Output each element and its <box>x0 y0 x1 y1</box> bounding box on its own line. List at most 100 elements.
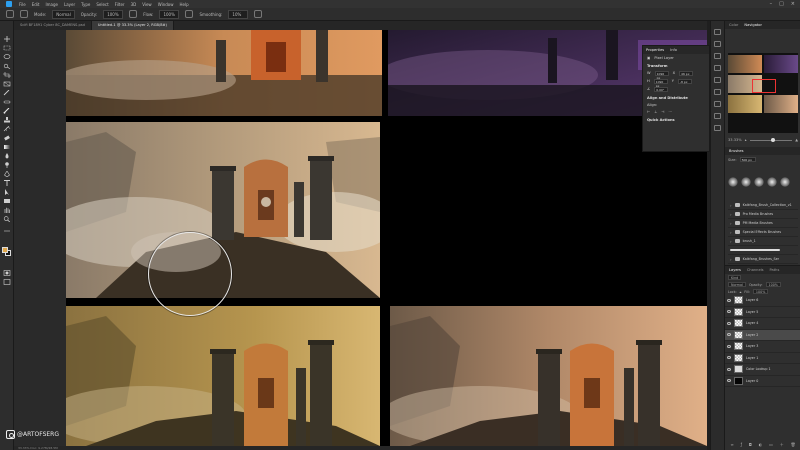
glyphs-panel-icon[interactable] <box>714 101 721 107</box>
document-tab-scifi[interactable]: Scifi BF1891 Cyber 8C_DAMENS.psd <box>14 21 92 30</box>
brush-size-field[interactable]: 500 px <box>739 157 756 162</box>
close-icon[interactable]: × <box>790 1 796 7</box>
layer-row[interactable]: Layer 3 <box>725 341 800 353</box>
visibility-eye-icon[interactable] <box>727 298 731 302</box>
eraser-tool-icon[interactable] <box>3 126 11 141</box>
brush-preset-2[interactable] <box>741 177 751 187</box>
brush-settings-icon[interactable] <box>20 10 28 18</box>
crop-tool-icon[interactable] <box>3 63 11 78</box>
marquee-tool-icon[interactable] <box>3 36 11 51</box>
menu-type[interactable]: Type <box>80 2 91 7</box>
menu-window[interactable]: Window <box>157 2 175 7</box>
brush-preset-1[interactable] <box>728 177 738 187</box>
brush-stroke-preview[interactable] <box>728 246 798 255</box>
align-center-icon[interactable]: ⊥ <box>654 110 657 114</box>
visibility-eye-icon[interactable] <box>727 321 731 325</box>
status-doc-info[interactable]: Doc: 9.27M/28.5M <box>30 446 57 450</box>
blend-mode-select[interactable]: Normal <box>728 282 746 287</box>
document-canvas[interactable] <box>66 30 707 446</box>
move-tool-icon[interactable] <box>3 27 11 42</box>
menu-layer[interactable]: Layer <box>63 2 76 7</box>
eyedropper-tool-icon[interactable] <box>3 81 11 96</box>
brushes-title[interactable]: Brushes <box>729 149 743 153</box>
rectangle-tool-icon[interactable] <box>3 189 11 203</box>
visibility-eye-icon[interactable] <box>727 344 731 348</box>
new-group-icon[interactable]: ▭ <box>769 442 773 448</box>
visibility-eye-icon[interactable] <box>727 367 731 371</box>
add-mask-icon[interactable]: ◘ <box>749 442 752 448</box>
tab-properties[interactable]: Properties <box>646 48 664 52</box>
foreground-color-swatch[interactable] <box>2 247 8 253</box>
history-brush-tool-icon[interactable] <box>3 117 11 132</box>
brush-folder[interactable]: › brush_1 <box>728 237 798 246</box>
paragraph-panel-icon[interactable] <box>714 89 721 95</box>
gradient-tool-icon[interactable] <box>3 135 11 149</box>
pen-tool-icon[interactable] <box>3 162 11 178</box>
layer-row-selected[interactable]: Layer 2 <box>725 329 800 341</box>
transform-section-title[interactable]: Transform <box>643 61 709 69</box>
brush-folder[interactable]: › Special Effects Brushes <box>728 228 798 237</box>
zoom-slider[interactable] <box>749 137 793 142</box>
layer-row[interactable]: Color Lookup 1 <box>725 364 800 376</box>
brush-tool-icon[interactable] <box>3 99 11 114</box>
width-field[interactable]: 1096 px <box>654 70 669 80</box>
layer-row[interactable]: Layer 5 <box>725 307 800 318</box>
type-tool-icon[interactable] <box>3 171 11 186</box>
brush-folder[interactable]: › Kaikfang_Brushes_Ser <box>728 255 798 264</box>
height-field[interactable]: 1090 px <box>653 78 668 88</box>
layer-row[interactable]: Layer 0 <box>725 376 800 387</box>
zoom-tool-icon[interactable] <box>3 207 11 223</box>
menu-edit[interactable]: Edit <box>31 2 41 7</box>
document-tab-untitled[interactable]: Untitled-1 @ 33.3% (Layer 2, RGB/8#) <box>91 21 174 30</box>
opacity-field[interactable]: 100% <box>103 9 124 19</box>
hand-tool-icon[interactable] <box>3 198 11 213</box>
more-tools-icon[interactable] <box>3 219 11 232</box>
menu-image[interactable]: Image <box>44 2 59 7</box>
zoom-in-icon[interactable]: ▲ <box>795 138 798 142</box>
align-right-icon[interactable]: ⊣ <box>661 110 664 114</box>
layer-row[interactable]: Layer 1 <box>725 353 800 364</box>
link-layers-icon[interactable]: ∞ <box>730 442 733 448</box>
brush-folder[interactable]: › Kaikfang_Brush_Collection_v1 <box>728 201 798 210</box>
pressure-size-icon[interactable] <box>254 10 263 18</box>
quick-mask-icon[interactable] <box>3 261 11 276</box>
adjustments-panel-icon[interactable] <box>714 53 721 59</box>
menu-file[interactable]: File <box>18 2 27 7</box>
smoothing-field[interactable]: 10% <box>228 9 249 19</box>
quick-select-tool-icon[interactable] <box>3 54 11 70</box>
brush-tool-preset-icon[interactable] <box>6 10 14 18</box>
maximize-icon[interactable]: □ <box>778 1 785 7</box>
angle-field[interactable]: 0.00° <box>654 86 669 92</box>
tab-layers[interactable]: Layers <box>729 268 741 272</box>
new-layer-icon[interactable]: ＋ <box>780 442 784 448</box>
layer-opacity-field[interactable]: 100% <box>765 282 781 287</box>
menu-view[interactable]: View <box>141 2 153 7</box>
frame-tool-icon[interactable] <box>3 72 11 87</box>
more-options-icon[interactable]: ⋯ <box>668 110 672 114</box>
brush-folder[interactable]: › Pro Media Brushes <box>728 210 798 219</box>
lock-icon[interactable]: 🔒︎ <box>740 290 742 294</box>
zoom-out-icon[interactable]: ▴ <box>745 138 747 142</box>
brush-settings-panel-icon[interactable] <box>714 65 721 71</box>
tab-info[interactable]: Info <box>670 48 677 52</box>
brush-preset-3[interactable] <box>754 177 764 187</box>
character-panel-icon[interactable] <box>714 77 721 83</box>
tab-color[interactable]: Color <box>729 23 738 27</box>
swatches-panel-icon[interactable] <box>714 41 721 47</box>
minimize-icon[interactable]: – <box>769 1 774 7</box>
visibility-eye-icon[interactable] <box>727 379 731 383</box>
fill-field[interactable]: 100% <box>752 289 769 294</box>
brush-preset-5[interactable] <box>780 177 790 187</box>
healing-brush-tool-icon[interactable] <box>3 90 11 104</box>
brush-preset-4[interactable] <box>767 177 777 187</box>
menu-help[interactable]: Help <box>178 2 189 7</box>
tab-navigator[interactable]: Navigator <box>744 23 762 27</box>
menu-select[interactable]: Select <box>95 2 109 7</box>
align-section-title[interactable]: Align and Distribute <box>643 93 709 101</box>
tab-channels[interactable]: Channels <box>747 268 764 272</box>
tab-paths[interactable]: Paths <box>770 268 780 272</box>
actions-panel-icon[interactable] <box>714 113 721 119</box>
fx-icon[interactable]: ƒ <box>741 442 742 448</box>
brush-folder[interactable]: › PM Media Brushes <box>728 219 798 228</box>
visibility-eye-icon[interactable] <box>727 310 731 314</box>
